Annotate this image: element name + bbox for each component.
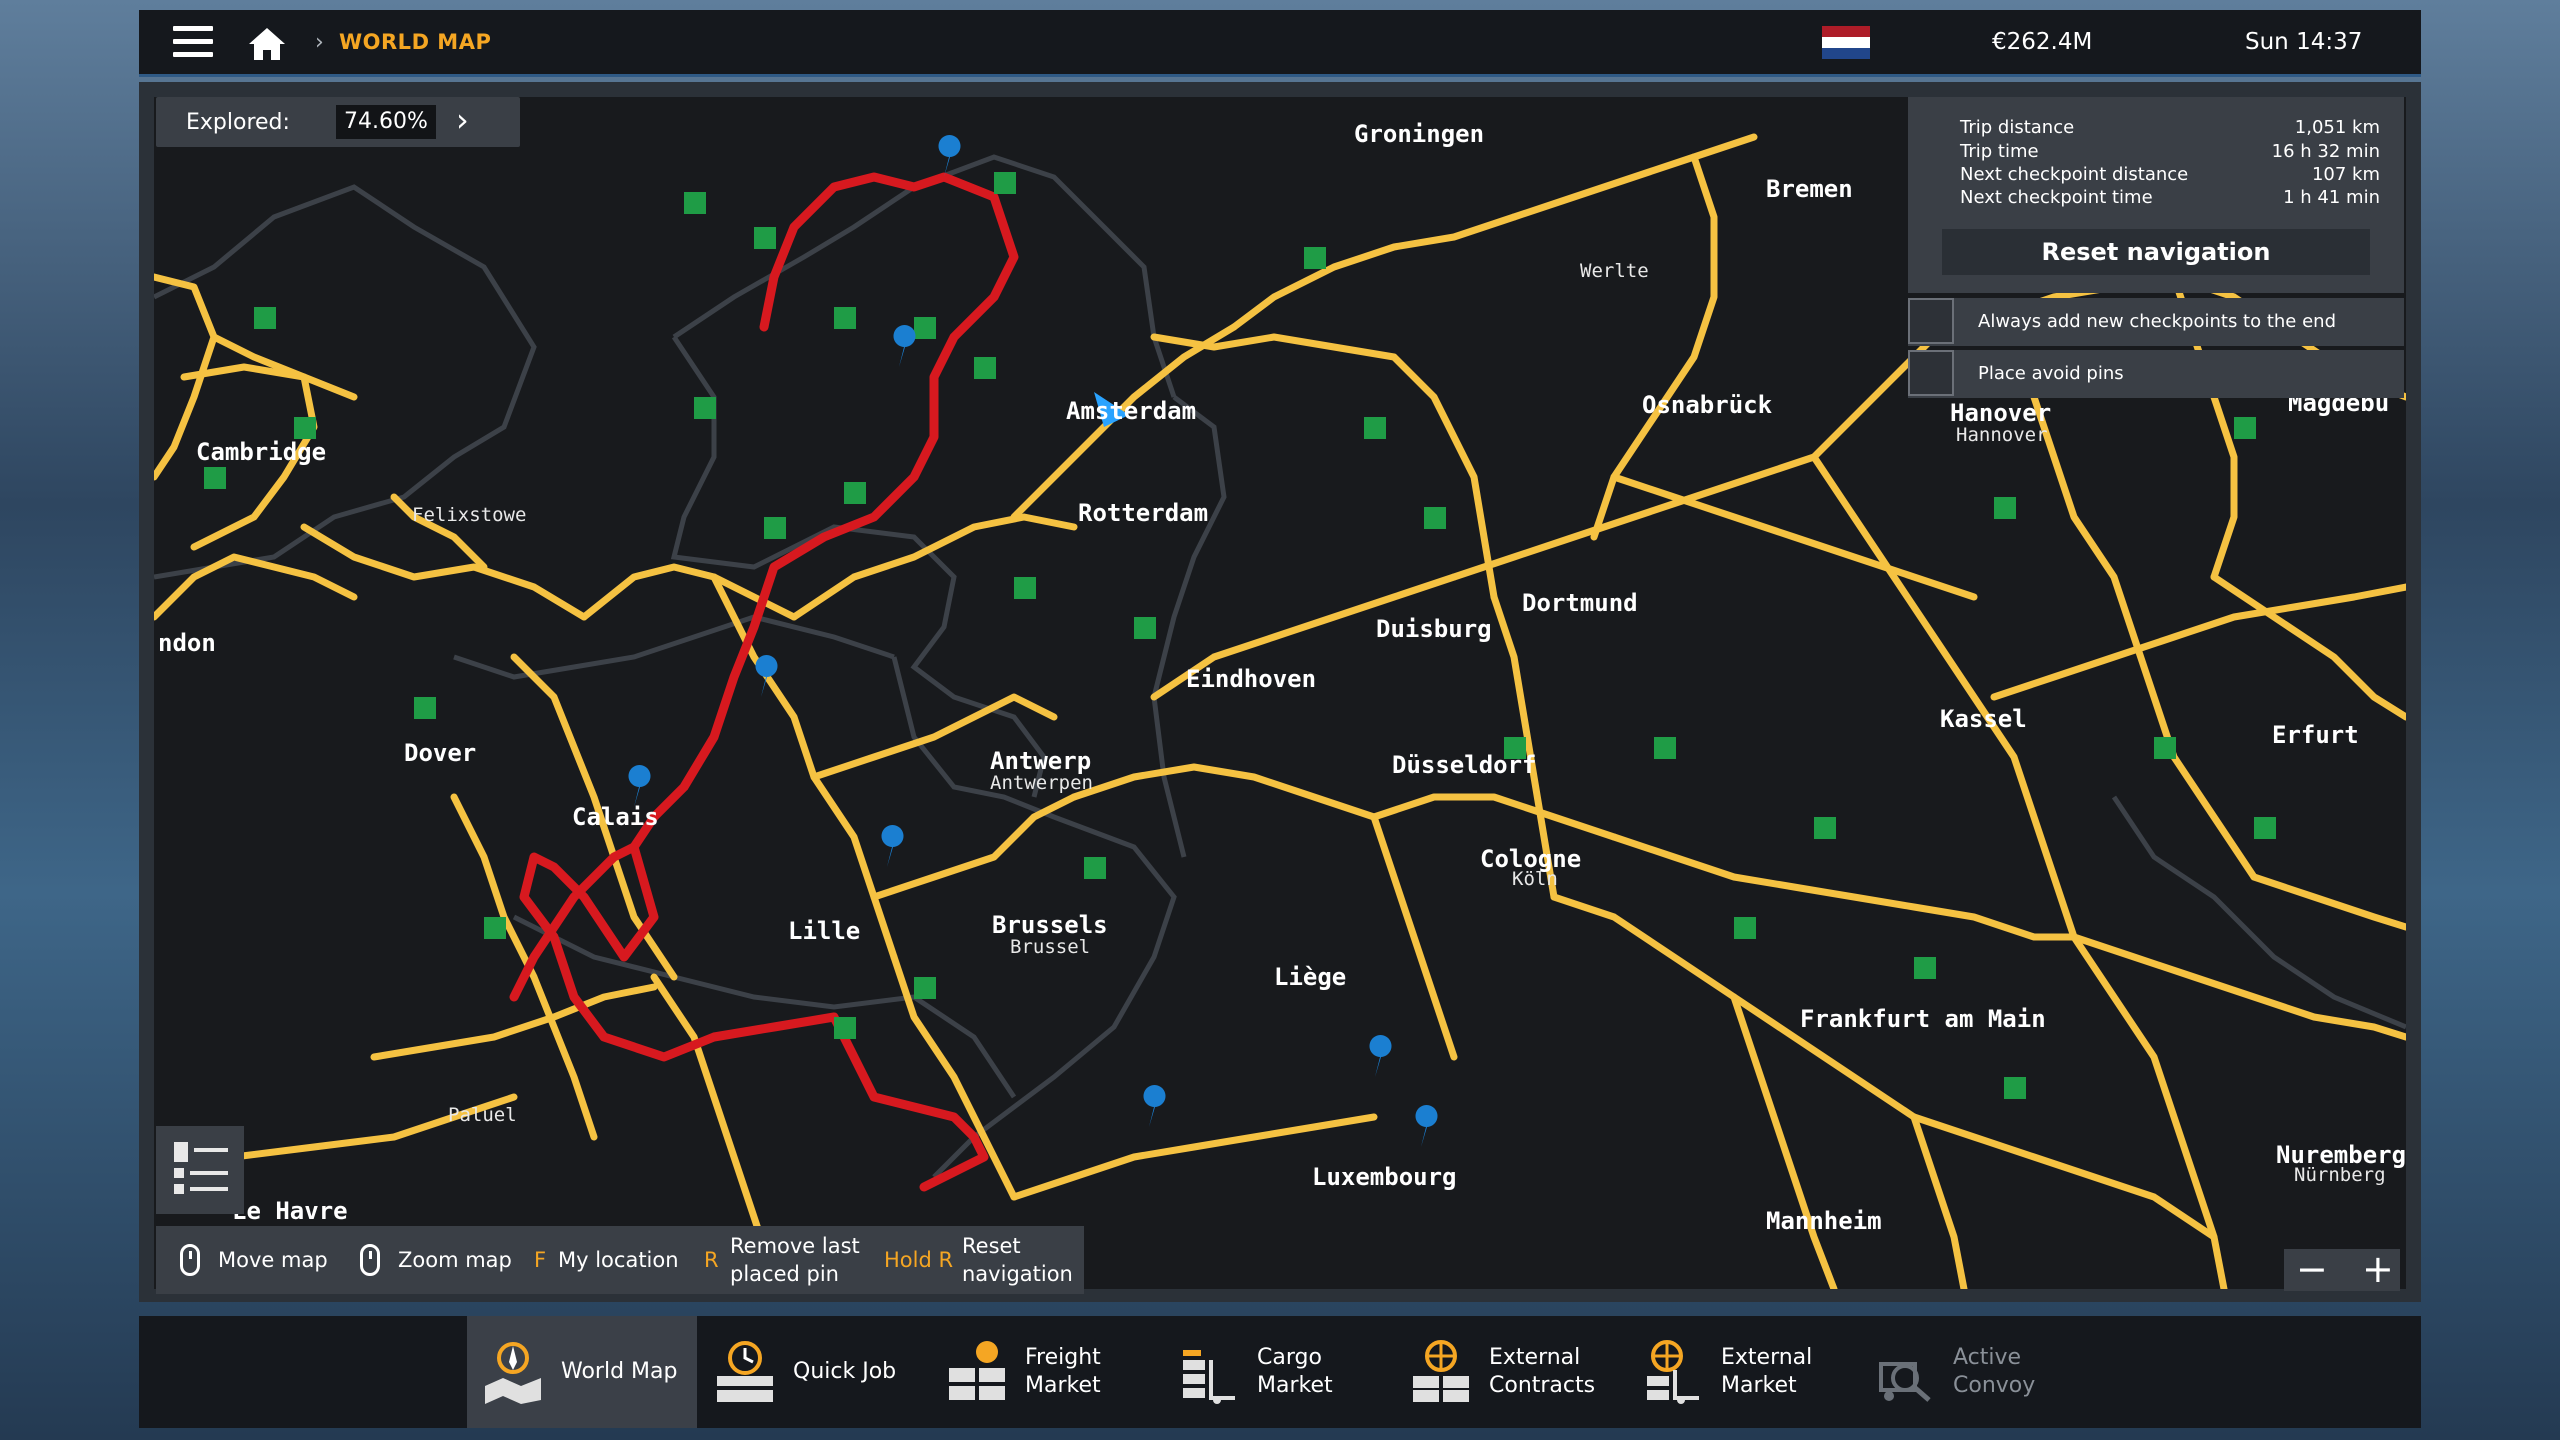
bottom-navigation-bar: World Map Quick Job Freight Market Cargo… (139, 1316, 2421, 1428)
city-calais: Calais (572, 803, 659, 831)
external-market-icon (1647, 1340, 1699, 1404)
option-place-avoid-pins[interactable]: Place avoid pins (1908, 350, 2404, 398)
tab-freight-market[interactable]: Freight Market (931, 1316, 1161, 1428)
city-rotterdam: Rotterdam (1078, 499, 1208, 527)
hint-remove-line1: Remove last (730, 1234, 860, 1258)
zoom-in-button[interactable]: + (2362, 1249, 2394, 1289)
hint-reset-line1: Reset (962, 1234, 1021, 1258)
hint-my-location: My location (558, 1248, 679, 1272)
zoom-out-button[interactable]: − (2296, 1249, 2328, 1289)
city-london: ndon (158, 629, 216, 657)
money-display: €262.4M (1992, 29, 2093, 55)
checkbox-place-avoid-pins[interactable] (1908, 350, 1954, 396)
city-hannover: Hannover (1956, 424, 2048, 446)
city-dover: Dover (404, 739, 476, 767)
city-duisburg: Duisburg (1376, 615, 1492, 643)
tab-active-convoy[interactable]: Active Convoy (1859, 1316, 2089, 1428)
reset-navigation-button[interactable]: Reset navigation (1942, 229, 2370, 275)
city-frankfurt: Frankfurt am Main (1800, 1005, 2046, 1033)
city-osnabruck: Osnabrück (1642, 391, 1773, 419)
hint-my-location-key: F (534, 1248, 547, 1272)
city-nurnberg: Nürnberg (2294, 1164, 2386, 1186)
city-dortmund: Dortmund (1522, 589, 1638, 617)
explored-value: 74.60% (336, 105, 436, 139)
tab-cargo-market[interactable]: Cargo Market (1163, 1316, 1393, 1428)
explored-label: Explored: (186, 110, 290, 135)
chevron-right-icon[interactable]: › (456, 101, 469, 139)
top-bar: › WORLD MAP €262.4M Sun 14:37 (139, 10, 2421, 77)
hint-zoom-map: Zoom map (398, 1248, 512, 1272)
hint-move-map: Move map (218, 1248, 328, 1272)
city-luxembourg: Luxembourg (1312, 1163, 1457, 1191)
city-groningen: Groningen (1354, 120, 1484, 148)
active-convoy-icon (1879, 1362, 1931, 1402)
breadcrumb-chevron-icon: › (315, 30, 324, 55)
city-werlte: Werlte (1580, 260, 1649, 282)
freight-market-icon (949, 1341, 1005, 1400)
tab-external-market[interactable]: External Market (1627, 1316, 1857, 1428)
checkbox-add-checkpoints-end[interactable] (1908, 298, 1954, 344)
hint-remove-key: R (704, 1248, 719, 1272)
city-mannheim: Mannheim (1766, 1207, 1882, 1235)
zoom-control: − + (2284, 1249, 2400, 1291)
city-antwerpen: Antwerpen (990, 772, 1093, 794)
external-contracts-icon (1413, 1340, 1469, 1402)
hint-remove-line2: placed pin (730, 1262, 839, 1286)
navigation-panel: Trip distance 1,051 km Trip time 16 h 32… (1908, 97, 2404, 293)
city-antwerp: Antwerp (990, 747, 1091, 775)
map-legend-button[interactable] (156, 1126, 244, 1214)
city-dusseldorf: Düsseldorf (1392, 751, 1537, 779)
city-bremen: Bremen (1766, 175, 1853, 203)
city-liege: Liège (1274, 963, 1346, 991)
explored-panel: Explored: 74.60% › (156, 97, 520, 147)
city-brussel: Brussel (1010, 936, 1090, 958)
country-flag-icon (1822, 26, 1870, 59)
controls-hint-bar: Move map Zoom map F My location R Remove… (156, 1226, 1084, 1294)
hint-reset-key: Hold R (884, 1248, 954, 1272)
city-lille: Lille (788, 917, 860, 945)
tab-world-map[interactable]: World Map (467, 1316, 697, 1428)
cargo-market-icon (1183, 1350, 1235, 1404)
city-hanover: Hanover (1950, 399, 2051, 427)
legend-list-icon (174, 1142, 228, 1194)
game-clock: Sun 14:37 (2245, 29, 2363, 55)
breadcrumb: WORLD MAP (339, 30, 492, 54)
city-amsterdam: Amsterdam (1066, 397, 1196, 425)
city-felixstowe: Felixstowe (412, 504, 526, 526)
world-map-icon (485, 1342, 541, 1404)
tab-external-contracts[interactable]: External Contracts (1395, 1316, 1625, 1428)
home-icon[interactable] (247, 26, 287, 62)
hint-reset-line2: navigation (962, 1262, 1073, 1286)
quick-job-icon (717, 1341, 773, 1402)
city-kassel: Kassel (1940, 705, 2027, 733)
city-paluel: Paluel (448, 1104, 517, 1126)
tab-quick-job[interactable]: Quick Job (699, 1316, 929, 1428)
menu-icon[interactable] (173, 26, 213, 58)
mouse-wheel-icon (360, 1244, 380, 1276)
city-le-havre: Le Havre (232, 1197, 348, 1225)
mouse-drag-icon (180, 1244, 200, 1276)
city-eindhoven: Eindhoven (1186, 665, 1316, 693)
city-koln: Köln (1512, 868, 1558, 890)
city-erfurt: Erfurt (2272, 721, 2359, 749)
city-cambridge: Cambridge (196, 438, 326, 466)
option-add-checkpoints-end[interactable]: Always add new checkpoints to the end (1908, 298, 2404, 346)
city-brussels: Brussels (992, 911, 1108, 939)
